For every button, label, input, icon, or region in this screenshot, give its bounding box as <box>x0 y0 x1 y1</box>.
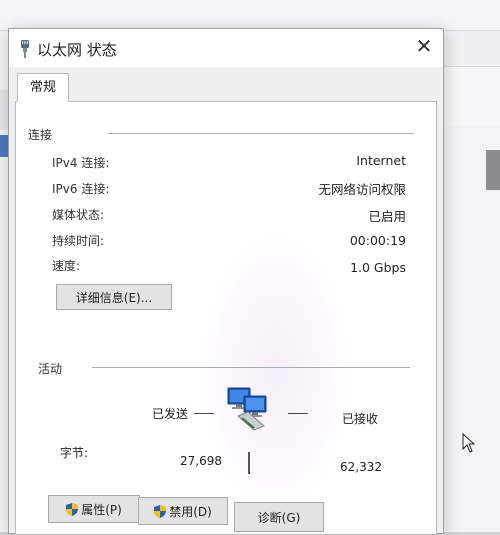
ipv4-connectivity-value: Internet <box>356 153 406 168</box>
media-state-value: 已启用 <box>368 209 406 224</box>
duration-value: 00:00:19 <box>349 233 406 248</box>
bytes-received-value: 62,332 <box>340 460 382 474</box>
window-title: 以太网 状态 <box>37 41 117 59</box>
uac-shield-icon <box>66 503 79 516</box>
properties-button-label: 属性(P) <box>81 503 122 517</box>
ipv6-connectivity-label: IPv6 连接: <box>52 182 110 196</box>
activity-section-label: 活动 <box>38 362 63 376</box>
speed-label: 速度: <box>52 259 81 273</box>
activity-divider <box>92 367 410 368</box>
close-button[interactable]: ✕ <box>411 33 437 59</box>
bytes-label: 字节: <box>60 446 89 460</box>
duration-label: 持续时间: <box>52 234 105 248</box>
connection-section-label: 连接 <box>28 128 53 142</box>
bytes-separator <box>248 452 250 474</box>
sent-label: 已发送 <box>152 407 189 421</box>
diagnose-button[interactable]: 诊断(G) <box>234 502 324 532</box>
general-panel: 连接 IPv4 连接: Internet IPv6 连接: 无网络访问权限 媒体… <box>15 101 437 535</box>
title-bar[interactable]: 以太网 状态 ✕ <box>9 29 443 67</box>
mouse-pointer-icon <box>462 433 476 453</box>
details-button[interactable]: 详细信息(E)... <box>56 284 172 310</box>
background-scrollbar <box>486 150 500 190</box>
ipv4-connectivity-label: IPv4 连接: <box>52 156 110 170</box>
ipv6-connectivity-value: 无网络访问权限 <box>318 182 406 197</box>
background-left-accent <box>0 135 8 157</box>
uac-shield-icon <box>154 505 167 518</box>
ethernet-status-dialog: 以太网 状态 ✕ 常规 连接 IPv4 连接: Internet IPv6 连接… <box>8 28 444 535</box>
screen-glare <box>196 222 356 522</box>
sent-dash <box>194 413 214 414</box>
ethernet-plug-icon <box>21 40 29 58</box>
background-title-strip <box>0 0 500 31</box>
tab-general[interactable]: 常规 <box>17 73 69 102</box>
properties-button[interactable]: 属性(P) <box>48 495 140 523</box>
speed-value: 1.0 Gbps <box>350 260 406 275</box>
received-dash <box>288 413 308 414</box>
disable-button[interactable]: 禁用(D) <box>138 497 228 525</box>
disable-button-label: 禁用(D) <box>169 505 212 519</box>
media-state-label: 媒体状态: <box>52 208 105 222</box>
bytes-sent-value: 27,698 <box>180 454 222 468</box>
connection-divider <box>108 133 414 134</box>
network-computers-icon <box>227 387 267 431</box>
received-label: 已接收 <box>342 412 379 426</box>
